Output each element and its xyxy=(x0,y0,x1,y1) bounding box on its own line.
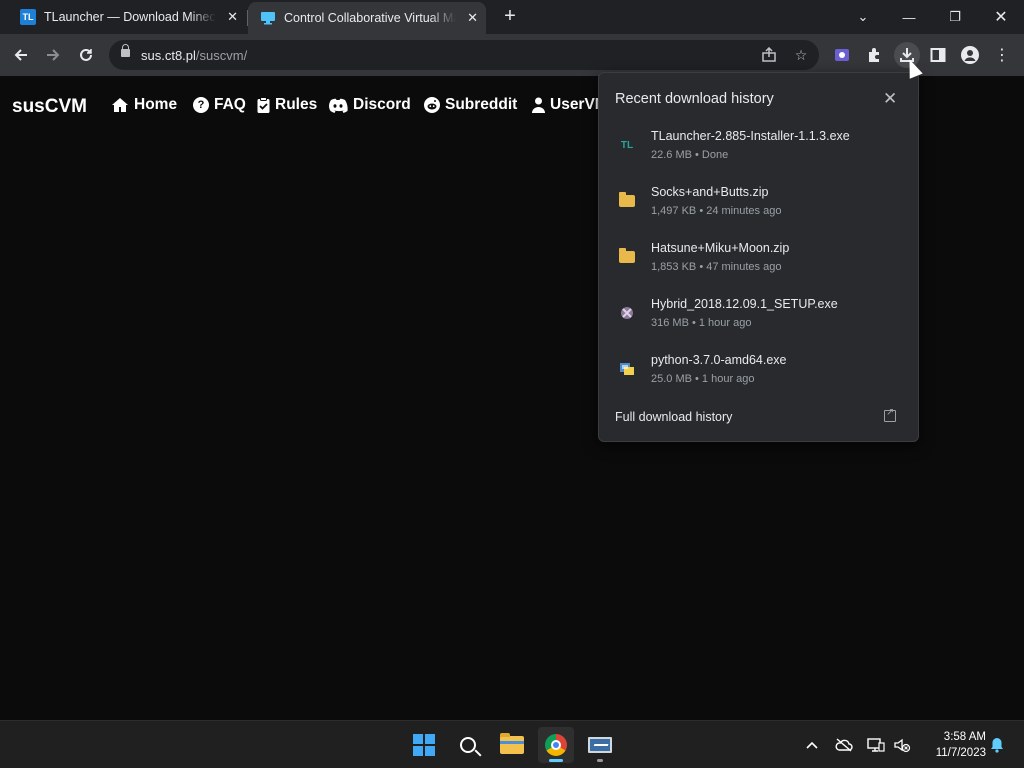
notification-bell-icon[interactable] xyxy=(987,735,1007,755)
nav-rules[interactable]: Rules xyxy=(257,96,317,114)
python-installer-icon xyxy=(619,361,635,377)
clipboard-icon xyxy=(257,97,270,113)
chrome-icon xyxy=(545,734,567,756)
download-meta: 1,497 KB • 24 minutes ago xyxy=(651,205,782,217)
download-filename: TLauncher-2.885-Installer-1.1.3.exe xyxy=(651,129,850,143)
download-filename: python-3.7.0-amd64.exe xyxy=(651,353,787,367)
nav-label: Home xyxy=(134,96,178,113)
nav-faq[interactable]: ? FAQ xyxy=(193,96,246,114)
profile-avatar-icon[interactable] xyxy=(958,43,982,67)
new-tab-button[interactable]: + xyxy=(499,5,521,27)
extension-video-icon[interactable] xyxy=(830,43,854,67)
nav-uservm[interactable]: UserVM xyxy=(532,96,598,114)
zip-folder-icon xyxy=(619,192,635,207)
share-icon[interactable] xyxy=(759,45,779,65)
remote-app-taskbar-button[interactable] xyxy=(582,727,618,763)
download-history-panel: Recent download history ✕ TL TLauncher-2… xyxy=(598,72,919,442)
tab-control-cvm[interactable]: Control Collaborative Virtual Machines ✕ xyxy=(248,2,486,34)
nav-home[interactable]: Home xyxy=(111,96,177,114)
search-button[interactable] xyxy=(450,727,486,763)
restore-button[interactable]: ❐ xyxy=(932,0,978,34)
download-filename: Hybrid_2018.12.09.1_SETUP.exe xyxy=(651,297,838,311)
download-filename: Socks+and+Butts.zip xyxy=(651,185,769,199)
tab-tlauncher[interactable]: TL TLauncher — Download Minecraft ✕ xyxy=(8,0,246,34)
url-text[interactable]: sus.ct8.pl/suscvm/ xyxy=(141,48,247,63)
download-item[interactable]: Socks+and+Butts.zip 1,497 KB • 24 minute… xyxy=(599,185,918,235)
download-meta: 25.0 MB • 1 hour ago xyxy=(651,373,755,385)
tlauncher-icon: TL xyxy=(620,139,634,151)
file-explorer-button[interactable] xyxy=(494,727,530,763)
reddit-icon xyxy=(424,97,440,113)
extensions-puzzle-icon[interactable] xyxy=(862,43,886,67)
nav-label: Rules xyxy=(275,96,318,113)
tlauncher-favicon-icon: TL xyxy=(20,9,36,25)
installer-icon xyxy=(619,305,635,321)
remote-desktop-icon xyxy=(588,737,612,753)
windows-logo-icon xyxy=(413,734,435,756)
tab-search-chevron-icon[interactable]: ⌄ xyxy=(840,0,886,34)
system-clock[interactable]: 3:58 AM 11/7/2023 xyxy=(920,729,986,761)
chrome-taskbar-button[interactable] xyxy=(538,727,574,763)
download-item[interactable]: Hatsune+Miku+Moon.zip 1,853 KB • 47 minu… xyxy=(599,241,918,291)
close-panel-icon[interactable]: ✕ xyxy=(883,89,897,109)
clock-time: 3:58 AM xyxy=(943,731,986,743)
file-explorer-icon xyxy=(500,733,524,754)
reload-button[interactable] xyxy=(73,42,99,68)
nav-label: FAQ xyxy=(214,96,246,113)
question-icon: ? xyxy=(193,97,209,113)
running-indicator xyxy=(597,759,603,762)
tab-title: TLauncher — Download Minecraft xyxy=(44,10,216,24)
onedrive-offline-icon[interactable] xyxy=(834,735,854,755)
search-icon xyxy=(460,737,476,753)
volume-muted-icon[interactable] xyxy=(892,735,912,755)
start-button[interactable] xyxy=(406,727,442,763)
site-brand[interactable]: susCVM xyxy=(12,96,87,118)
nav-label: Discord xyxy=(353,96,411,113)
user-icon xyxy=(532,97,545,113)
tab-close-icon[interactable]: ✕ xyxy=(467,10,478,26)
side-panel-icon[interactable] xyxy=(926,43,950,67)
network-icon[interactable] xyxy=(866,735,886,755)
zip-folder-icon xyxy=(619,248,635,263)
close-window-button[interactable]: ✕ xyxy=(978,0,1024,34)
nav-label: Subreddit xyxy=(445,96,518,113)
download-meta: 316 MB • 1 hour ago xyxy=(651,317,752,329)
full-download-history-link[interactable]: Full download history xyxy=(615,410,732,424)
address-bar[interactable]: sus.ct8.pl/suscvm/ ☆ xyxy=(109,40,819,70)
browser-toolbar: sus.ct8.pl/suscvm/ ☆ ⋮ xyxy=(0,34,1024,76)
clock-date: 11/7/2023 xyxy=(935,747,986,759)
home-icon xyxy=(111,97,129,113)
nav-discord[interactable]: Discord xyxy=(328,96,411,114)
download-filename: Hatsune+Miku+Moon.zip xyxy=(651,241,790,255)
active-indicator xyxy=(549,759,563,762)
taskbar: 3:58 AM 11/7/2023 xyxy=(0,720,1024,768)
download-item[interactable]: python-3.7.0-amd64.exe 25.0 MB • 1 hour … xyxy=(599,353,918,403)
download-item[interactable]: TL TLauncher-2.885-Installer-1.1.3.exe 2… xyxy=(599,129,918,179)
reload-icon xyxy=(80,48,92,61)
arrow-right-icon xyxy=(47,49,60,61)
lock-icon[interactable] xyxy=(121,44,130,57)
back-button[interactable] xyxy=(8,42,34,68)
monitor-icon xyxy=(260,10,276,26)
tab-close-icon[interactable]: ✕ xyxy=(227,9,238,25)
nav-label: UserVM xyxy=(550,96,598,113)
nav-subreddit[interactable]: Subreddit xyxy=(424,96,517,114)
external-link-icon[interactable] xyxy=(884,407,896,422)
show-hidden-icons-chevron-icon[interactable] xyxy=(802,735,822,755)
menu-kebab-icon[interactable]: ⋮ xyxy=(990,43,1014,67)
arrow-left-icon xyxy=(14,49,27,61)
panel-heading: Recent download history xyxy=(615,91,774,107)
discord-icon xyxy=(328,98,348,113)
forward-button[interactable] xyxy=(40,42,66,68)
tab-strip: TL TLauncher — Download Minecraft ✕ Cont… xyxy=(0,0,1024,34)
tab-title: Control Collaborative Virtual Machines xyxy=(284,11,456,25)
download-meta: 22.6 MB • Done xyxy=(651,149,729,161)
minimize-button[interactable]: — xyxy=(886,0,932,34)
bookmark-star-icon[interactable]: ☆ xyxy=(791,45,811,65)
download-item[interactable]: Hybrid_2018.12.09.1_SETUP.exe 316 MB • 1… xyxy=(599,297,918,347)
download-meta: 1,853 KB • 47 minutes ago xyxy=(651,261,782,273)
